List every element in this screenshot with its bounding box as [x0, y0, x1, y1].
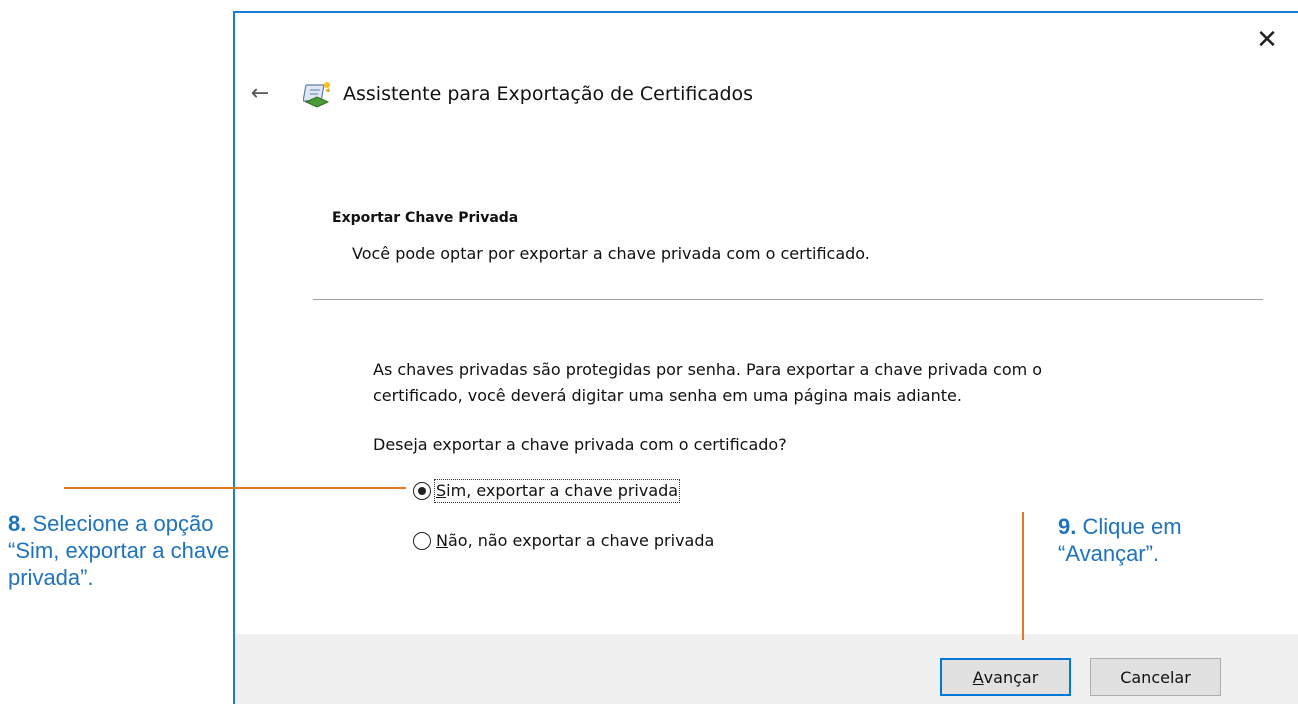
radio-export-yes-label[interactable]: Sim, exportar a chave privada: [433, 479, 681, 503]
next-button-text: vançar: [983, 667, 1039, 687]
callout-line-step-9: [1022, 512, 1024, 640]
description-line-1: As chaves privadas são protegidas por se…: [373, 360, 1043, 379]
certificate-wizard-icon: [303, 82, 330, 108]
section-subtitle: Você pode optar por exportar a chave pri…: [352, 244, 870, 263]
radio-no-text: ão, não exportar a chave privada: [447, 531, 715, 550]
callout-line-step-8: [64, 487, 406, 489]
step-8-number: 8.: [8, 511, 27, 536]
hotkey-a: A: [972, 667, 984, 687]
section-title: Exportar Chave Privada: [332, 210, 519, 226]
step-9-text: Clique em “Avançar”.: [1058, 514, 1182, 566]
export-question: Deseja exportar a chave privada com o ce…: [373, 435, 787, 454]
radio-yes-text: im, exportar a chave privada: [446, 481, 679, 500]
hotkey-n: N: [436, 531, 448, 550]
wizard-title: Assistente para Exportação de Certificad…: [343, 83, 754, 105]
annotation-step-9: 9. Clique em “Avançar”.: [1058, 513, 1278, 567]
close-icon[interactable]: ✕: [1249, 22, 1285, 58]
next-button[interactable]: Avançar: [940, 658, 1071, 696]
step-9-number: 9.: [1058, 514, 1077, 539]
radio-export-no-label[interactable]: Não, não exportar a chave privada: [435, 530, 715, 552]
radio-export-no[interactable]: Não, não exportar a chave privada: [413, 528, 715, 554]
annotation-step-8: 8. Selecione a opção “Sim, exportar a ch…: [8, 510, 238, 591]
certificate-export-wizard-dialog: ✕ ← Assistente para Exportação de Certif…: [233, 11, 1298, 704]
back-arrow-icon[interactable]: ←: [245, 79, 275, 109]
button-footer: Avançar Cancelar: [235, 634, 1298, 704]
hotkey-s: S: [436, 481, 447, 500]
description-line-2: certificado, você deverá digitar uma sen…: [373, 386, 962, 405]
radio-unchecked-icon[interactable]: [413, 532, 431, 550]
radio-export-yes[interactable]: Sim, exportar a chave privada: [413, 478, 681, 504]
radio-checked-icon[interactable]: [413, 482, 431, 500]
cancel-button[interactable]: Cancelar: [1090, 658, 1221, 696]
header-divider: [313, 299, 1263, 300]
step-8-text: Selecione a opção “Sim, exportar a chave…: [8, 511, 230, 590]
